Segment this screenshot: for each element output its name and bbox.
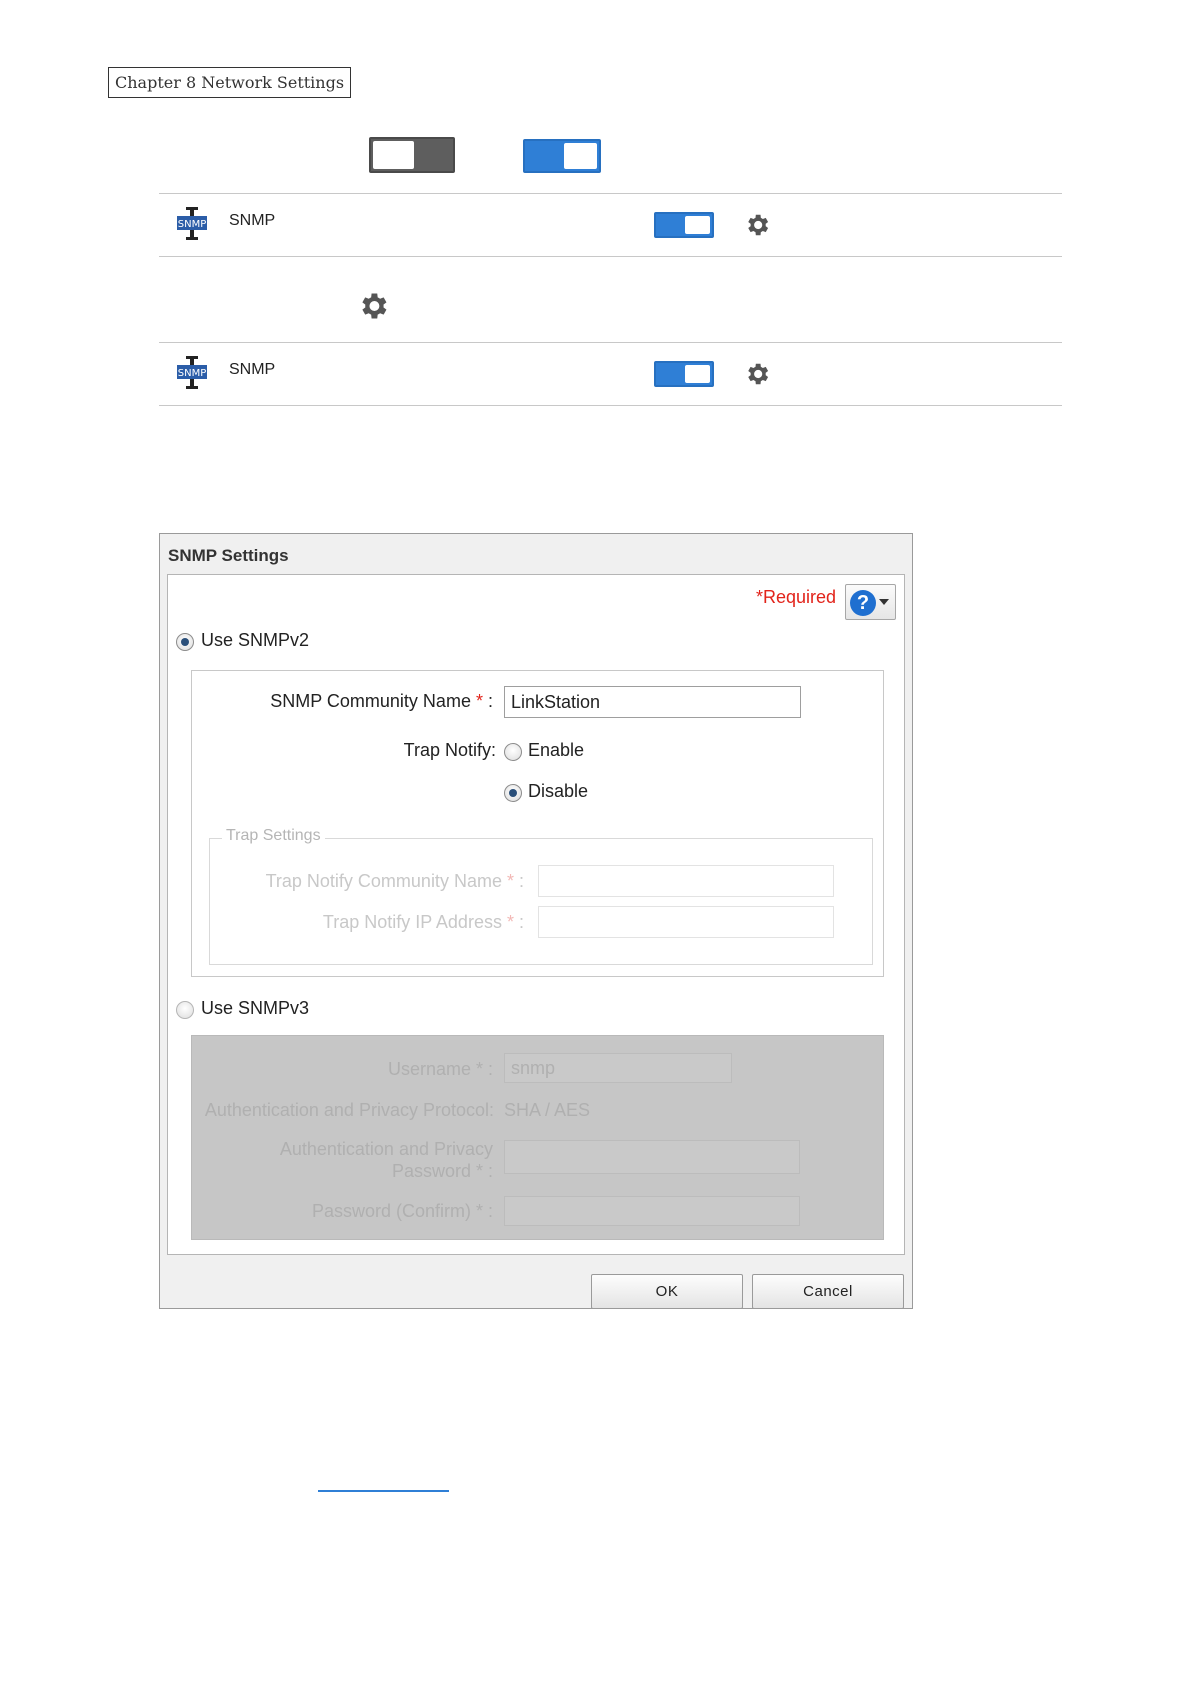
trap-community-label: Trap Notify Community Name * : bbox=[265, 871, 524, 891]
service-label-snmp: SNMP bbox=[229, 361, 276, 378]
divider bbox=[159, 256, 1062, 257]
settings-gear-icon-inline bbox=[356, 289, 390, 323]
toggle-knob bbox=[684, 365, 710, 383]
password-label-1: Authentication and Privacy bbox=[279, 1139, 493, 1159]
protocol-value: SHA / AES bbox=[504, 1100, 591, 1120]
dialog-body: *Required ? Use SNMPv2 SNMP Community Na… bbox=[167, 574, 905, 1255]
toggle-knob bbox=[563, 143, 597, 169]
use-snmpv3-radio[interactable] bbox=[176, 1001, 194, 1019]
chevron-down-icon bbox=[879, 599, 889, 605]
trap-settings-group: Trap Settings Trap Notify Community Name… bbox=[209, 827, 873, 965]
trap-ip-label: Trap Notify IP Address * : bbox=[322, 912, 524, 932]
trap-ip-text: Trap Notify IP Address bbox=[322, 912, 502, 932]
password-confirm-input bbox=[504, 1196, 800, 1226]
required-star: * bbox=[475, 691, 483, 711]
protocol-label: Authentication and Privacy Protocol: bbox=[204, 1100, 494, 1120]
help-icon: ? bbox=[850, 590, 876, 616]
trap-disable-label: Disable bbox=[528, 781, 589, 801]
username-text: Username bbox=[387, 1059, 471, 1079]
community-name-label: SNMP Community Name * : bbox=[270, 691, 493, 711]
dialog-title: SNMP Settings bbox=[168, 546, 289, 565]
use-snmpv2-radio[interactable] bbox=[176, 633, 194, 651]
password-confirm-label: Password (Confirm) * : bbox=[311, 1201, 493, 1221]
chapter-header: Chapter 8 Network Settings bbox=[108, 67, 352, 98]
snmp-icon-text: SNMP bbox=[178, 368, 207, 379]
trap-ip-input bbox=[538, 906, 834, 938]
toggle-knob bbox=[373, 141, 414, 169]
required-star: * bbox=[506, 871, 514, 891]
ok-button[interactable]: OK bbox=[591, 1274, 743, 1309]
trap-disable-radio[interactable] bbox=[504, 784, 522, 802]
snmp-toggle[interactable] bbox=[654, 212, 714, 238]
use-snmpv3-label: Use SNMPv3 bbox=[201, 998, 310, 1018]
snmpv2-panel: SNMP Community Name * : LinkStation Trap… bbox=[191, 670, 884, 977]
use-snmpv2-label: Use SNMPv2 bbox=[201, 630, 310, 650]
username-input: snmp bbox=[504, 1053, 732, 1083]
trap-community-text: Trap Notify Community Name bbox=[265, 871, 502, 891]
required-note: *Required bbox=[755, 587, 836, 607]
required-star: * bbox=[506, 912, 514, 932]
trap-notify-label: Trap Notify: bbox=[403, 740, 496, 760]
password-confirm-text: Password (Confirm) bbox=[311, 1201, 471, 1221]
snmp-service-icon: SNMP bbox=[176, 207, 208, 241]
toggle-off-example bbox=[369, 137, 455, 173]
help-button[interactable]: ? bbox=[845, 584, 896, 620]
community-name-input[interactable]: LinkStation bbox=[504, 686, 801, 718]
settings-gear-icon[interactable] bbox=[743, 360, 771, 388]
hyperlink-underline[interactable] bbox=[318, 1490, 449, 1492]
password-input bbox=[504, 1140, 800, 1174]
toggle-on-example bbox=[523, 139, 601, 173]
community-name-text: SNMP Community Name bbox=[270, 691, 471, 711]
service-label-snmp: SNMP bbox=[229, 212, 276, 229]
divider bbox=[159, 342, 1062, 343]
cancel-button[interactable]: Cancel bbox=[752, 1274, 904, 1309]
snmp-service-icon: SNMP bbox=[176, 356, 208, 390]
password-label-2: Password * : bbox=[391, 1161, 493, 1181]
snmp-settings-dialog: SNMP Settings *Required ? Use SNMPv2 SNM… bbox=[159, 533, 913, 1309]
trap-enable-radio[interactable] bbox=[504, 743, 522, 761]
snmp-toggle[interactable] bbox=[654, 361, 714, 387]
settings-gear-icon[interactable] bbox=[743, 211, 771, 239]
divider bbox=[159, 405, 1062, 406]
username-label: Username * : bbox=[387, 1059, 493, 1079]
toggle-knob bbox=[684, 216, 710, 234]
snmpv3-panel: Username * : snmp Authentication and Pri… bbox=[191, 1035, 884, 1240]
trap-community-input bbox=[538, 865, 834, 897]
trap-settings-legend: Trap Settings bbox=[222, 827, 325, 845]
divider bbox=[159, 193, 1062, 194]
snmp-icon-text: SNMP bbox=[178, 219, 207, 230]
trap-enable-label: Enable bbox=[528, 740, 585, 760]
password-label-text: Password bbox=[391, 1161, 471, 1181]
